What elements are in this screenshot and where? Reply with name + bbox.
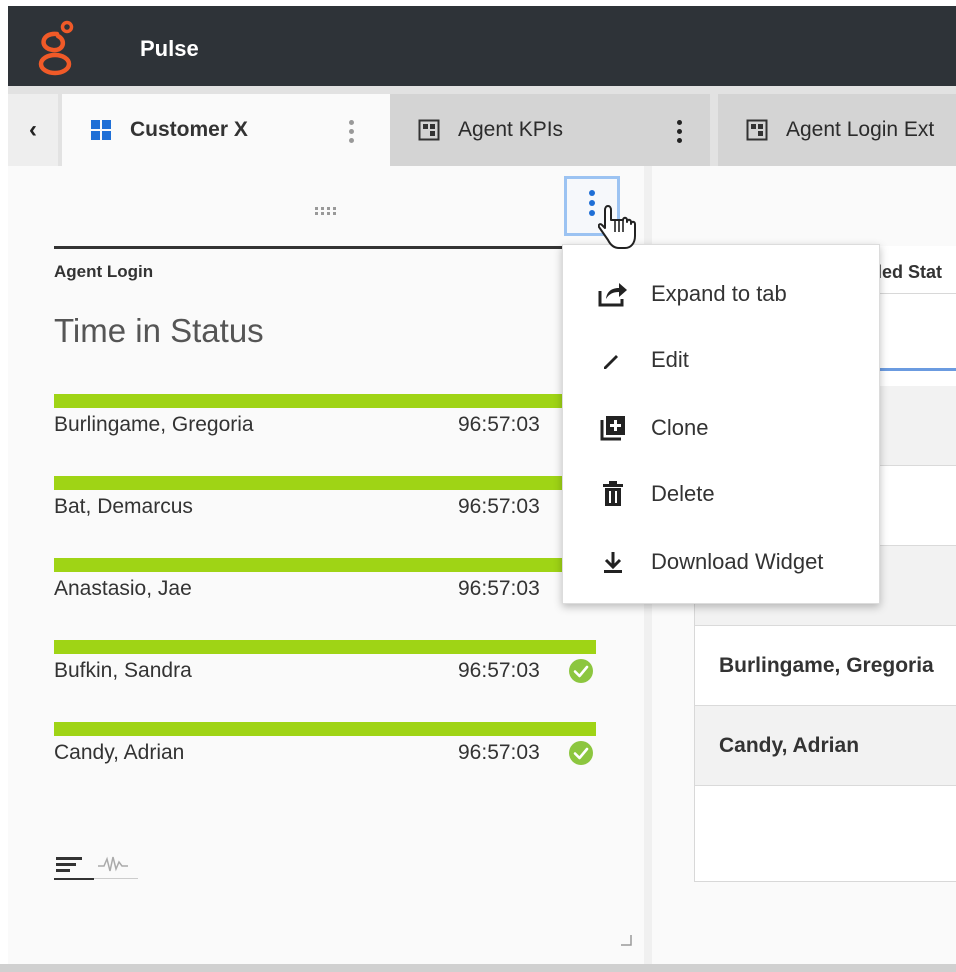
- menu-item-clone[interactable]: Clone: [563, 395, 881, 461]
- window-bottom-edge: [0, 964, 956, 972]
- tab-customer-x[interactable]: Customer X: [62, 94, 390, 166]
- agent-name: Burlingame, Gregoria: [719, 654, 934, 677]
- tab-label: Agent KPIs: [458, 118, 564, 141]
- tab-label: Agent Login Ext: [786, 118, 935, 141]
- status-row: Candy, Adrian 96:57:03: [54, 722, 610, 782]
- status-row: Bufkin, Sandra 96:57:03: [54, 640, 610, 700]
- check-circle-icon: [569, 741, 593, 765]
- chevron-left-icon: ‹: [29, 116, 37, 143]
- status-time: 96:57:03: [458, 495, 540, 518]
- resize-handle-icon[interactable]: [620, 934, 632, 946]
- genesys-logo-icon[interactable]: [30, 18, 80, 78]
- status-time: 96:57:03: [458, 741, 540, 764]
- agent-name: Bufkin, Sandra: [54, 659, 192, 682]
- column-header: led Stat: [877, 262, 943, 282]
- scroll-tabs-left-button[interactable]: ‹: [8, 94, 58, 166]
- status-bar: [54, 476, 596, 490]
- dashboard-tabs: ‹ Customer X Agent KPIs Agent Login Ext: [8, 86, 956, 166]
- trash-icon: [597, 478, 629, 510]
- agent-name: Anastasio, Jae: [54, 577, 192, 600]
- check-circle-icon: [569, 659, 593, 683]
- clone-icon: [597, 412, 629, 444]
- widget-time-in-status: Agent Login Time in Status Burlingame, G…: [8, 166, 644, 966]
- status-row: Anastasio, Jae 96:57:03: [54, 558, 610, 618]
- download-icon: [597, 546, 629, 578]
- status-time: 96:57:03: [458, 577, 540, 600]
- widget-header-rule: [54, 246, 606, 249]
- table-row[interactable]: Burlingame, Gregoria: [695, 626, 956, 706]
- sparkline-view-icon[interactable]: [94, 852, 138, 880]
- menu-item-label: Expand to tab: [651, 281, 787, 306]
- widget-layout-icon: [418, 119, 440, 141]
- status-time: 96:57:03: [458, 413, 540, 436]
- drag-handle-icon[interactable]: [314, 206, 336, 216]
- agent-name: Candy, Adrian: [719, 734, 860, 757]
- menu-item-expand-to-tab[interactable]: Expand to tab: [563, 261, 881, 327]
- tab-agent-kpis[interactable]: Agent KPIs: [390, 94, 710, 166]
- menu-item-delete[interactable]: Delete: [563, 461, 881, 527]
- hand-cursor-icon: [598, 205, 636, 249]
- menu-item-label: Delete: [651, 481, 715, 506]
- agent-name: Bat, Demarcus: [54, 495, 193, 518]
- status-row: Burlingame, Gregoria 96:57:03: [54, 394, 610, 454]
- tab-label: Customer X: [130, 118, 248, 141]
- status-bar: [54, 722, 596, 736]
- menu-item-label: Download Widget: [651, 549, 824, 574]
- menu-item-download-widget[interactable]: Download Widget: [563, 529, 881, 595]
- pencil-icon: [597, 344, 629, 376]
- table-row[interactable]: Candy, Adrian: [695, 706, 956, 786]
- widget-title: Time in Status: [54, 312, 264, 349]
- dashboard-grid-icon: [91, 120, 111, 140]
- status-row: Bat, Demarcus 96:57:03: [54, 476, 610, 536]
- menu-item-edit[interactable]: Edit: [563, 327, 881, 393]
- tab-agent-login-ext[interactable]: Agent Login Ext: [718, 94, 956, 166]
- list-view-icon[interactable]: [54, 852, 94, 880]
- agent-name: Candy, Adrian: [54, 741, 185, 764]
- status-time: 96:57:03: [458, 659, 540, 682]
- menu-item-label: Edit: [651, 347, 689, 372]
- widget-kicker: Agent Login: [54, 262, 154, 281]
- widget-layout-icon: [746, 119, 768, 141]
- view-toggle: [54, 852, 140, 880]
- status-bar: [54, 558, 596, 572]
- app-header: Pulse: [8, 6, 956, 86]
- status-bar: [54, 394, 596, 408]
- expand-to-tab-icon: [597, 278, 629, 310]
- app-title: Pulse: [140, 36, 199, 61]
- widget-context-menu: Expand to tab Edit Clone Delete Download…: [562, 244, 880, 604]
- tab-options-icon[interactable]: [348, 120, 356, 144]
- agent-name: Burlingame, Gregoria: [54, 413, 254, 436]
- tab-options-icon[interactable]: [676, 120, 684, 144]
- menu-item-label: Clone: [651, 415, 709, 440]
- status-bar: [54, 640, 596, 654]
